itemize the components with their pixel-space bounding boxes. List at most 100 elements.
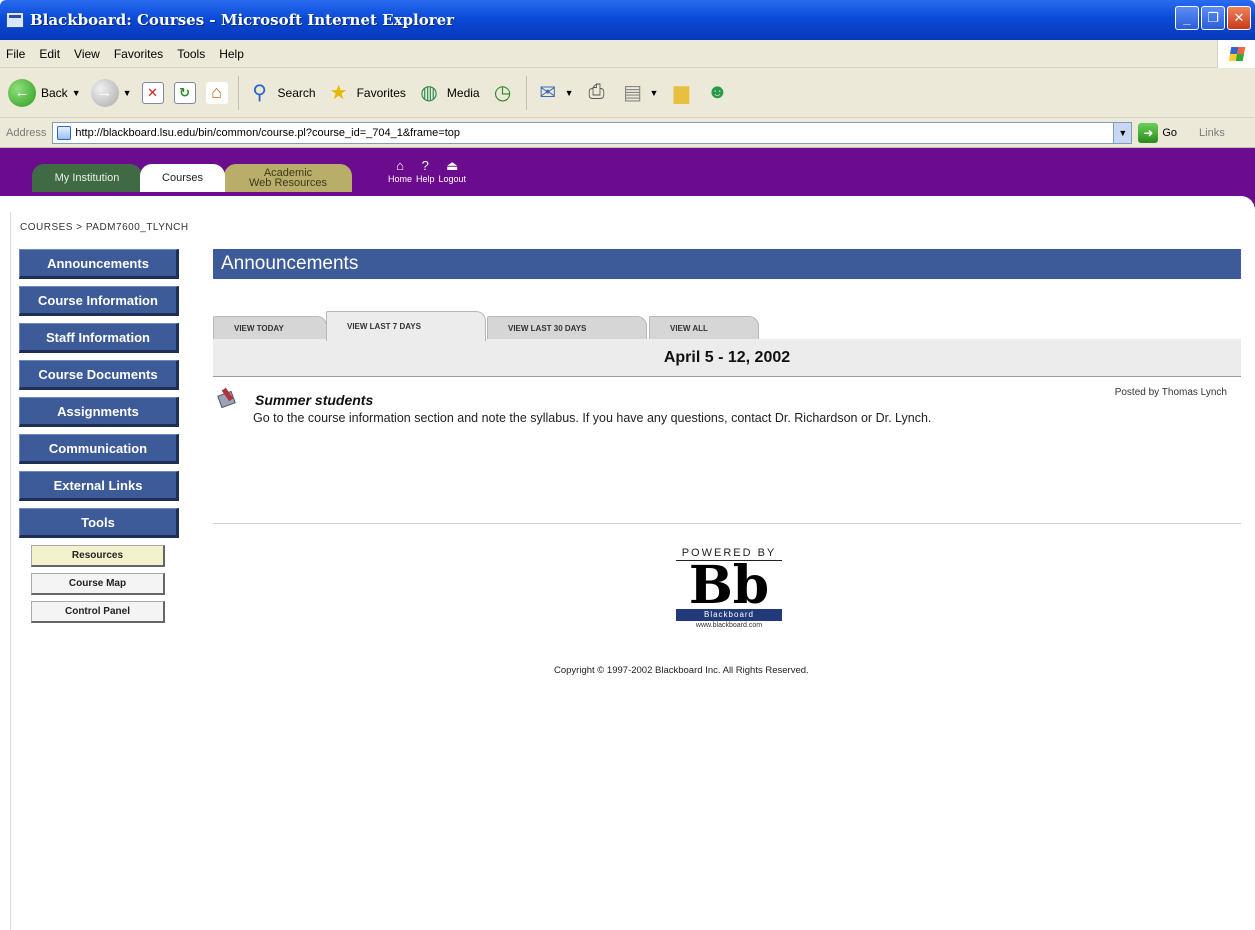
print-button[interactable]: ⎙ bbox=[584, 80, 610, 106]
history-button[interactable]: ◷ bbox=[490, 80, 516, 106]
sidebar-item-course-information[interactable]: Course Information bbox=[19, 286, 179, 316]
menu-edit[interactable]: Edit bbox=[39, 47, 60, 61]
menu-help[interactable]: Help bbox=[219, 47, 244, 61]
nav-curve-divider bbox=[0, 196, 1255, 212]
sidebar-item-staff-information[interactable]: Staff Information bbox=[19, 323, 179, 353]
page-icon bbox=[57, 125, 72, 140]
bb-logo-url: www.blackboard.com bbox=[695, 622, 763, 629]
stop-button[interactable]: ✕ bbox=[141, 81, 164, 104]
menu-favorites[interactable]: Favorites bbox=[114, 47, 163, 61]
sidebar-item-announcements[interactable]: Announcements bbox=[19, 249, 179, 279]
address-url: http://blackboard.lsu.edu/bin/common/cou… bbox=[75, 126, 460, 139]
tab-view-today[interactable]: VIEW TODAY bbox=[213, 316, 327, 339]
tab-academic-line2: Web Resources bbox=[248, 177, 328, 189]
course-map-button[interactable]: Course Map bbox=[31, 573, 165, 595]
address-dropdown-icon[interactable]: ▼ bbox=[1113, 122, 1132, 143]
messenger-icon: ☻ bbox=[706, 81, 728, 103]
stop-icon: ✕ bbox=[141, 81, 164, 104]
resources-button[interactable]: Resources bbox=[31, 545, 165, 567]
print-icon: ⎙ bbox=[588, 81, 605, 103]
forward-arrow-icon: → bbox=[90, 78, 119, 107]
main-content: Announcements VIEW TODAY VIEW LAST 7 DAY… bbox=[213, 249, 1241, 676]
media-label: Media bbox=[446, 85, 480, 100]
powered-by-blackboard-logo[interactable]: POWERED BY Bb Blackboard www.blackboard.… bbox=[676, 547, 782, 629]
media-button[interactable]: ◍ Media bbox=[416, 80, 480, 106]
edit-icon: ▤ bbox=[623, 82, 642, 104]
tab-view-all[interactable]: VIEW ALL bbox=[649, 316, 759, 339]
course-menu: Announcements Course Information Staff I… bbox=[19, 249, 179, 629]
minimize-button[interactable]: _ bbox=[1175, 6, 1199, 30]
home-icon: ⌂ bbox=[396, 158, 404, 173]
mail-icon: ✉ bbox=[539, 82, 556, 104]
tab-view-last-7-days[interactable]: VIEW LAST 7 DAYS bbox=[326, 311, 486, 341]
menu-bar: File Edit View Favorites Tools Help bbox=[0, 40, 1255, 68]
discuss-button[interactable]: ▆ bbox=[668, 80, 694, 106]
edit-button[interactable]: ▤ ▼ bbox=[620, 80, 659, 106]
close-button[interactable]: ✕ bbox=[1227, 6, 1251, 30]
toolbar-separator bbox=[237, 75, 239, 110]
history-icon: ◷ bbox=[493, 82, 512, 104]
messenger-button[interactable]: ☻ bbox=[704, 80, 730, 106]
address-input[interactable]: http://blackboard.lsu.edu/bin/common/cou… bbox=[52, 121, 1133, 144]
control-panel-button[interactable]: Control Panel bbox=[31, 601, 165, 623]
toolbar-separator bbox=[525, 75, 527, 110]
favorites-label: Favorites bbox=[356, 85, 406, 100]
refresh-button[interactable]: ↻ bbox=[173, 81, 196, 104]
menu-file[interactable]: File bbox=[6, 47, 25, 61]
date-range: April 5 - 12, 2002 bbox=[213, 339, 1241, 377]
window-title: Blackboard: Courses - Microsoft Internet… bbox=[30, 11, 455, 29]
breadcrumb: COURSES > PADM7600_TLYNCH bbox=[20, 222, 189, 233]
view-tabs: VIEW TODAY VIEW LAST 7 DAYS VIEW LAST 30… bbox=[213, 311, 1241, 341]
menu-tools[interactable]: Tools bbox=[177, 47, 205, 61]
logout-nav-button[interactable]: ⏏ Logout bbox=[439, 158, 467, 184]
discuss-folder-icon: ▆ bbox=[673, 82, 690, 104]
left-border-line bbox=[10, 212, 11, 930]
home-nav-button[interactable]: ⌂ Home bbox=[388, 158, 412, 184]
announcement-icon bbox=[217, 387, 239, 409]
copyright-text: Copyright © 1997-2002 Blackboard Inc. Al… bbox=[554, 665, 809, 676]
home-nav-label: Home bbox=[388, 174, 413, 184]
edit-dropdown-icon[interactable]: ▼ bbox=[650, 88, 659, 98]
tab-my-institution-label: My Institution bbox=[54, 172, 120, 184]
windows-logo-icon bbox=[1217, 40, 1255, 68]
mail-dropdown-icon[interactable]: ▼ bbox=[565, 88, 574, 98]
forward-dropdown-icon[interactable]: ▼ bbox=[123, 88, 132, 98]
refresh-icon: ↻ bbox=[173, 81, 196, 104]
sidebar-item-assignments[interactable]: Assignments bbox=[19, 397, 179, 427]
tab-courses[interactable]: Courses bbox=[140, 164, 225, 192]
back-arrow-icon: ← bbox=[8, 78, 36, 107]
forward-button[interactable]: → ▼ bbox=[90, 78, 132, 107]
tab-my-institution[interactable]: My Institution bbox=[32, 164, 142, 192]
back-button[interactable]: ← Back ▼ bbox=[8, 78, 81, 107]
logout-icon: ⏏ bbox=[446, 158, 459, 173]
tab-view-last-30-days[interactable]: VIEW LAST 30 DAYS bbox=[487, 316, 647, 339]
home-button[interactable]: ⌂ bbox=[205, 81, 228, 104]
tab-academic-label: Academic Web Resources bbox=[248, 168, 328, 189]
links-button[interactable]: Links bbox=[1199, 127, 1225, 139]
window-titlebar: Blackboard: Courses - Microsoft Internet… bbox=[0, 0, 1255, 40]
search-icon: ⚲ bbox=[252, 82, 267, 104]
sidebar-item-course-documents[interactable]: Course Documents bbox=[19, 360, 179, 390]
favorites-button[interactable]: ★ Favorites bbox=[326, 80, 406, 106]
window-controls: _ ❐ ✕ bbox=[1175, 6, 1251, 30]
tab-academic-web-resources[interactable]: Academic Web Resources bbox=[224, 164, 352, 192]
back-dropdown-icon[interactable]: ▼ bbox=[72, 88, 81, 98]
go-arrow-icon: ➜ bbox=[1138, 122, 1159, 143]
menu-view[interactable]: View bbox=[74, 47, 100, 61]
mail-button[interactable]: ✉ ▼ bbox=[535, 80, 574, 106]
sidebar-item-communication[interactable]: Communication bbox=[19, 434, 179, 464]
browser-toolbar: ← Back ▼ → ▼ ✕ ↻ ⌂ ⚲ Search ★ Favorites … bbox=[0, 68, 1255, 118]
help-nav-button[interactable]: ? Help bbox=[416, 158, 435, 184]
breadcrumb-courses-link[interactable]: COURSES bbox=[20, 222, 73, 233]
go-button[interactable]: ➜ Go bbox=[1138, 122, 1178, 143]
maximize-button[interactable]: ❐ bbox=[1201, 6, 1225, 30]
go-label: Go bbox=[1162, 126, 1178, 139]
media-globe-icon: ◍ bbox=[420, 82, 438, 104]
search-button[interactable]: ⚲ Search bbox=[247, 80, 315, 106]
sidebar-item-external-links[interactable]: External Links bbox=[19, 471, 179, 501]
announcement-posted-by: Posted by Thomas Lynch bbox=[1114, 387, 1227, 398]
favorites-star-icon: ★ bbox=[329, 82, 348, 104]
tool-buttons: Resources Course Map Control Panel bbox=[19, 545, 179, 623]
sidebar-item-tools[interactable]: Tools bbox=[19, 508, 179, 538]
logout-nav-label: Logout bbox=[438, 174, 467, 184]
